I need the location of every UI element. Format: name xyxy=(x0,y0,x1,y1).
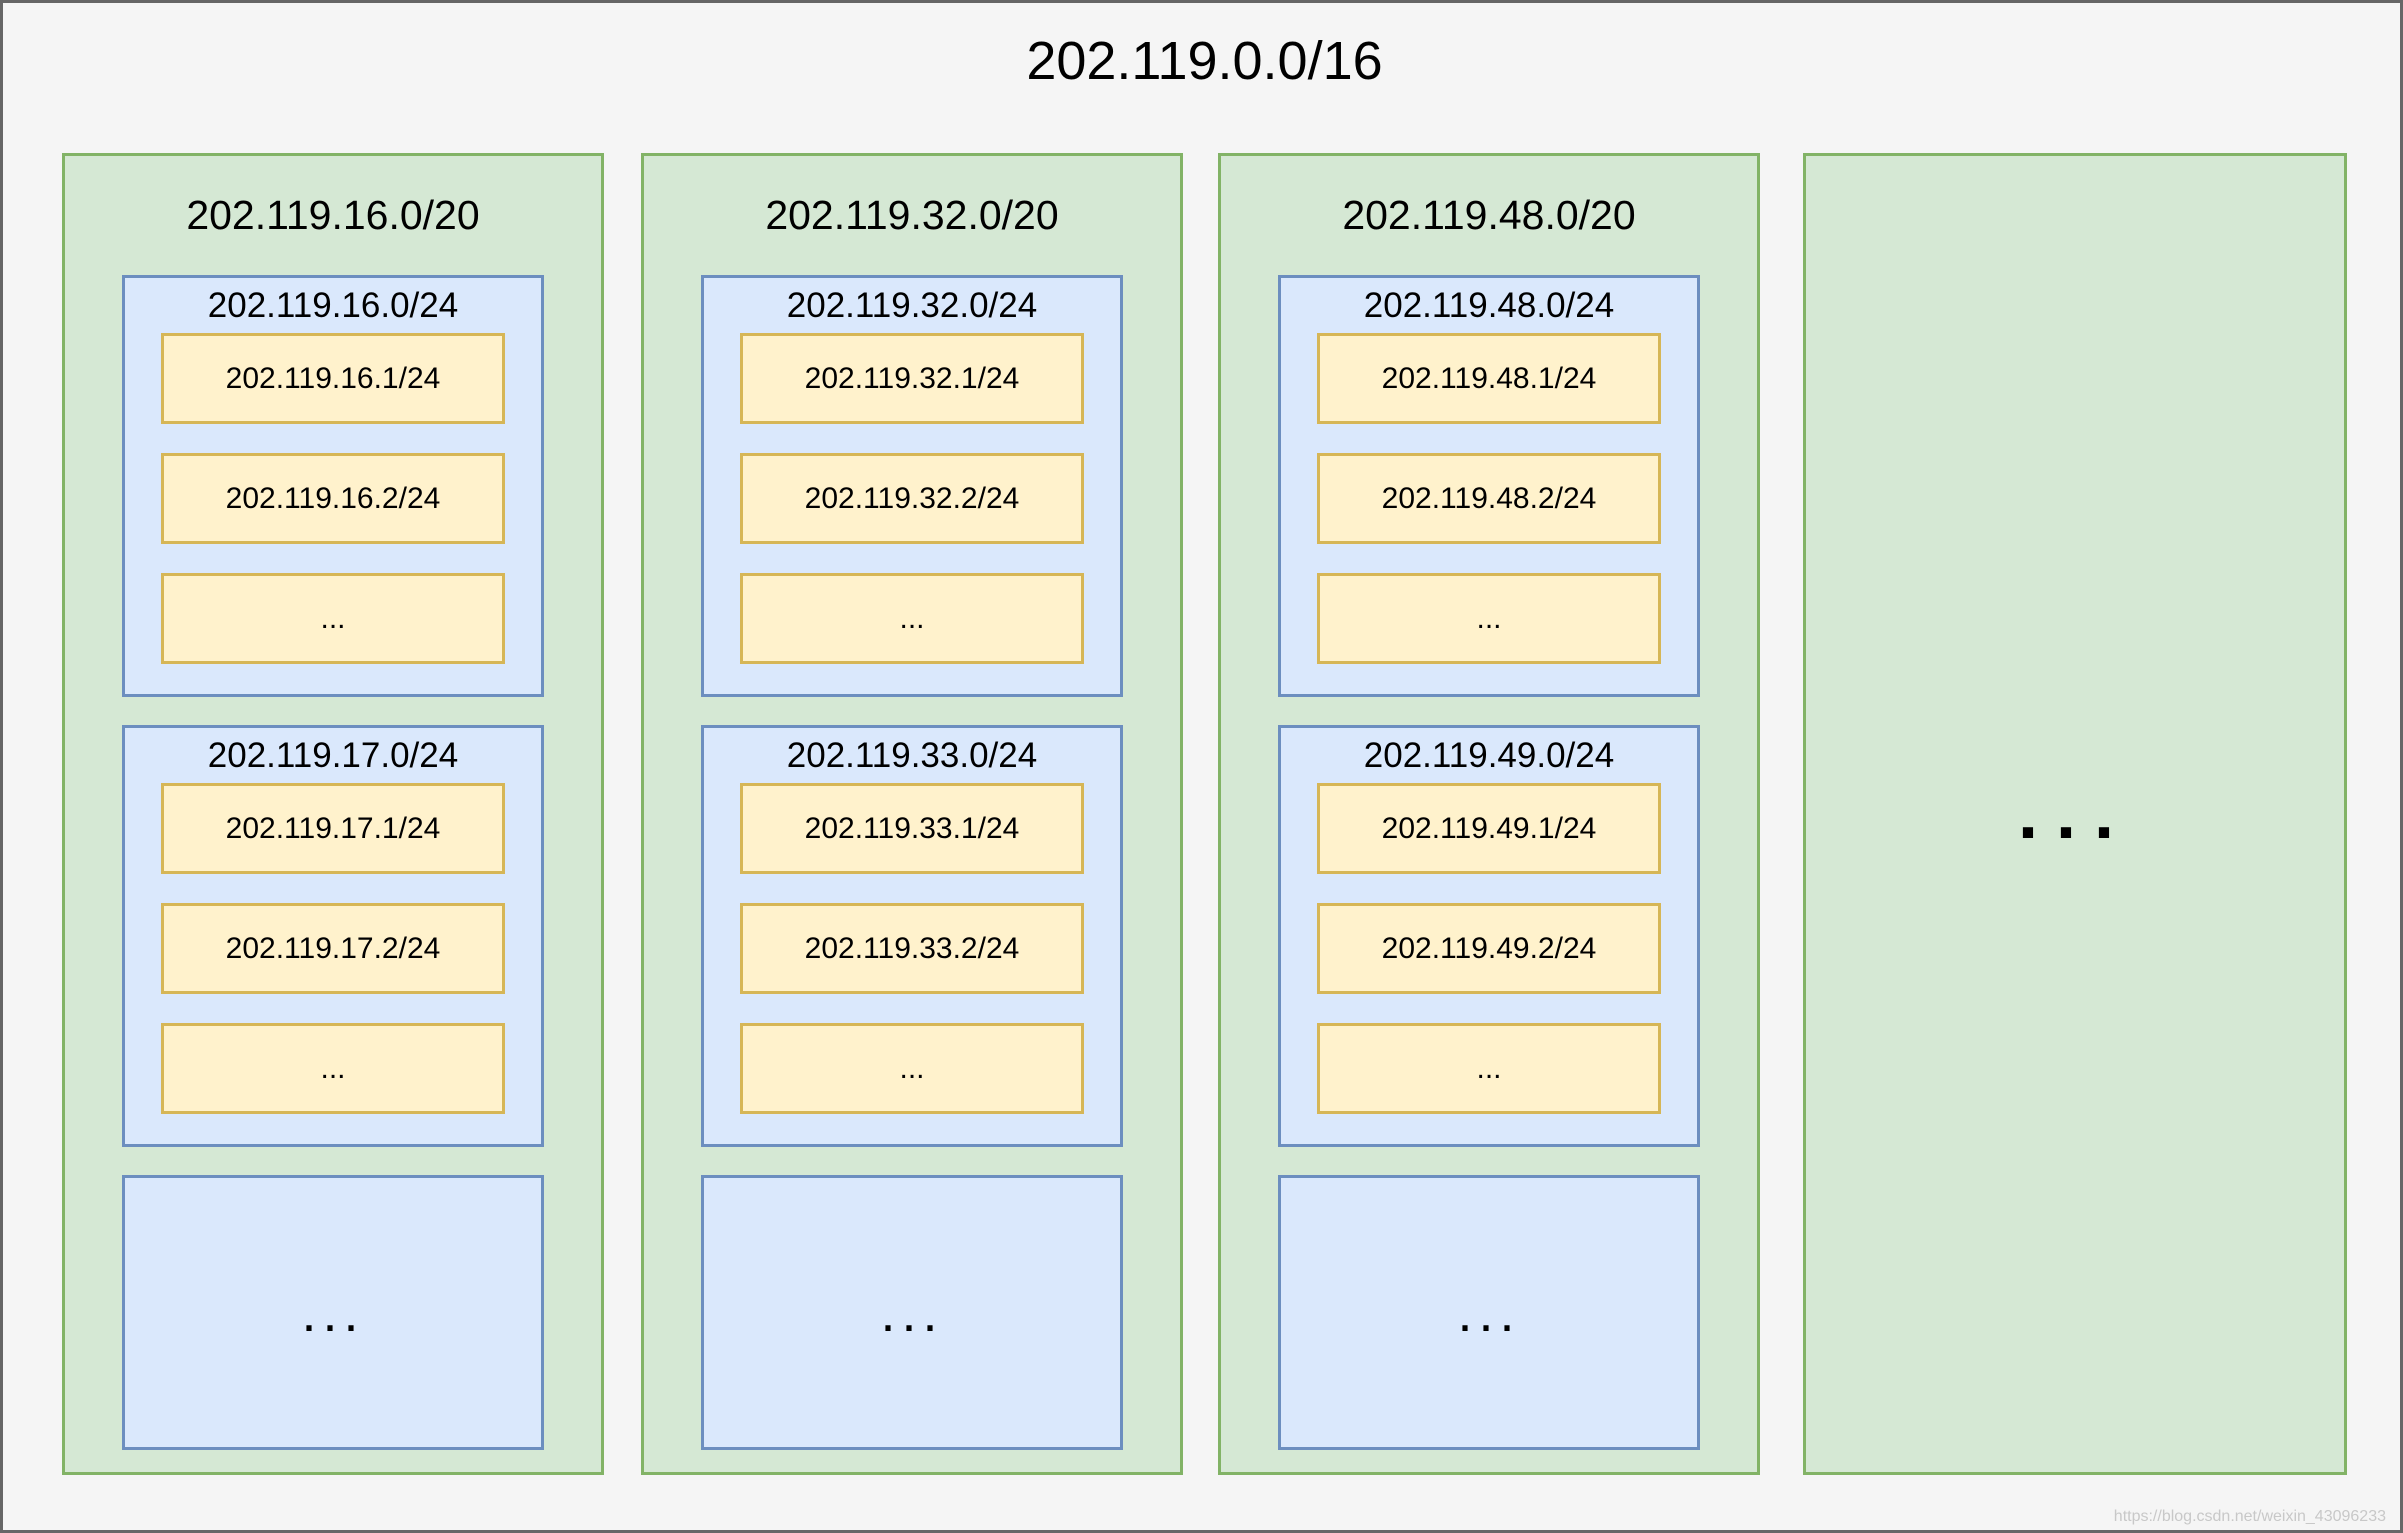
subnet-20-title: 202.119.16.0/20 xyxy=(186,192,480,238)
more-subnets-box: ... xyxy=(1278,1175,1700,1450)
host-ellipsis-box: ... xyxy=(1317,573,1661,664)
host-ellipsis-box: ... xyxy=(740,573,1084,664)
host-ellipsis-box: ... xyxy=(1317,1023,1661,1114)
host-box: 202.119.48.2/24 xyxy=(1317,453,1661,544)
host-ellipsis-box: ... xyxy=(161,573,505,664)
host-box: 202.119.17.2/24 xyxy=(161,903,505,994)
subnet-24-box: 202.119.16.0/24 202.119.16.1/24 202.119.… xyxy=(122,275,544,697)
host-box: 202.119.32.1/24 xyxy=(740,333,1084,424)
host-ellipsis-box: ... xyxy=(740,1023,1084,1114)
host-box: 202.119.33.1/24 xyxy=(740,783,1084,874)
subnet-24-box: 202.119.33.0/24 202.119.33.1/24 202.119.… xyxy=(701,725,1123,1147)
network-title: 202.119.0.0/16 xyxy=(1026,31,1383,91)
host-box: 202.119.49.2/24 xyxy=(1317,903,1661,994)
more-subnets-box: ... xyxy=(701,1175,1123,1450)
subnet-24-box: 202.119.32.0/24 202.119.32.1/24 202.119.… xyxy=(701,275,1123,697)
subnet-24-box: 202.119.49.0/24 202.119.49.1/24 202.119.… xyxy=(1278,725,1700,1147)
host-box: 202.119.49.1/24 xyxy=(1317,783,1661,874)
subnet-24-box: 202.119.48.0/24 202.119.48.1/24 202.119.… xyxy=(1278,275,1700,697)
subnet-20-box: 202.119.48.0/20 202.119.48.0/24 202.119.… xyxy=(1218,153,1760,1475)
subnet-20-title: 202.119.32.0/20 xyxy=(765,192,1059,238)
host-box: 202.119.32.2/24 xyxy=(740,453,1084,544)
subnet-24-title: 202.119.16.0/24 xyxy=(207,286,459,325)
subnet-20-box: 202.119.32.0/20 202.119.32.0/24 202.119.… xyxy=(641,153,1183,1475)
subnet-20-title: 202.119.48.0/20 xyxy=(1342,192,1636,238)
host-box: 202.119.16.2/24 xyxy=(161,453,505,544)
more-subnets-box: ... xyxy=(122,1175,544,1450)
subnet-24-title: 202.119.49.0/24 xyxy=(1363,736,1615,775)
network-16-box: 202.119.0.0/16 202.119.16.0/20 202.119.1… xyxy=(0,0,2403,1533)
subnet-24-title: 202.119.48.0/24 xyxy=(1363,286,1615,325)
diagram-canvas: 202.119.0.0/16 202.119.16.0/20 202.119.1… xyxy=(0,0,2403,1533)
subnet-24-title: 202.119.33.0/24 xyxy=(786,736,1038,775)
host-box: 202.119.16.1/24 xyxy=(161,333,505,424)
host-box: 202.119.17.1/24 xyxy=(161,783,505,874)
more-columns-box: ... xyxy=(1803,153,2347,1475)
host-box: 202.119.48.1/24 xyxy=(1317,333,1661,424)
subnet-24-title: 202.119.32.0/24 xyxy=(786,286,1038,325)
watermark: https://blog.csdn.net/weixin_43096233 xyxy=(2113,1508,2386,1525)
host-ellipsis-box: ... xyxy=(161,1023,505,1114)
subnet-24-title: 202.119.17.0/24 xyxy=(207,736,459,775)
host-box: 202.119.33.2/24 xyxy=(740,903,1084,994)
subnet-24-box: 202.119.17.0/24 202.119.17.1/24 202.119.… xyxy=(122,725,544,1147)
more-columns-ellipsis: ... xyxy=(2017,774,2132,854)
subnet-20-box: 202.119.16.0/20 202.119.16.0/24 202.119.… xyxy=(62,153,604,1475)
